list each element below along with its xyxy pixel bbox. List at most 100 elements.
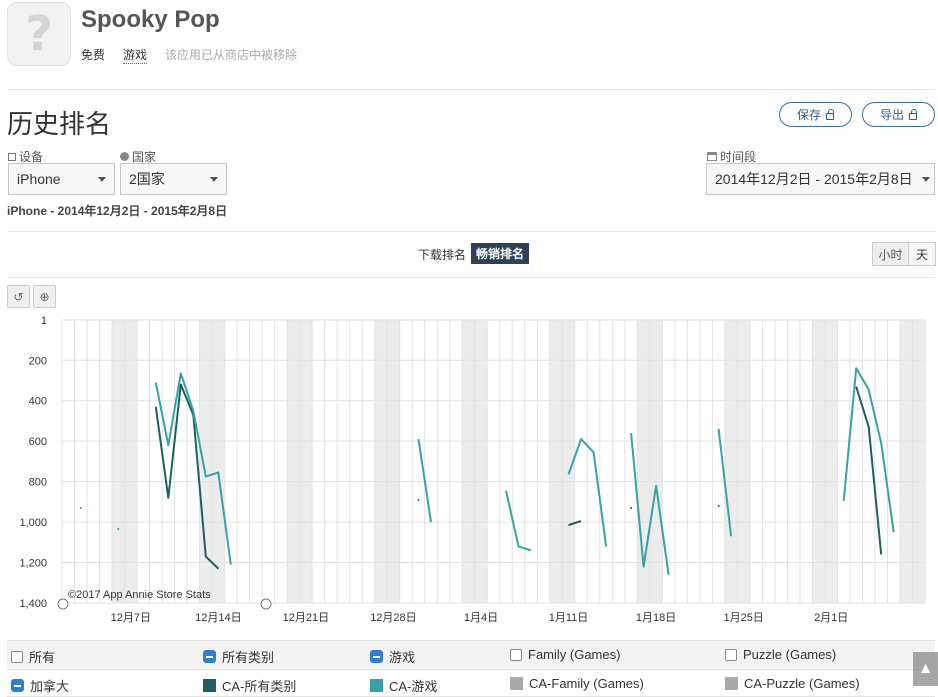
x-tick-label: 1月11日 bbox=[549, 612, 589, 624]
tab-grossing-rank[interactable]: 畅销排名 bbox=[471, 243, 530, 264]
legend-label: 所有类别 bbox=[222, 650, 275, 665]
granularity-day-button[interactable]: 天 bbox=[909, 243, 935, 265]
chevron-down-icon bbox=[922, 177, 930, 182]
globe-icon bbox=[120, 152, 129, 161]
y-tick-label: 200 bbox=[29, 355, 47, 367]
x-tick-label: 1月18日 bbox=[636, 612, 676, 624]
legend-filter-all-categories[interactable]: 所有类别 bbox=[203, 647, 274, 666]
checkbox-icon bbox=[725, 648, 737, 661]
series-line bbox=[855, 386, 883, 555]
app-meta: 免费 游戏 该应用已从商店中被移除 bbox=[81, 46, 315, 64]
legend-label: CA-Puzzle (Games) bbox=[744, 676, 860, 691]
x-tick-label: 12月28日 bbox=[370, 612, 416, 624]
device-select[interactable]: iPhone bbox=[8, 163, 115, 195]
legend-country-canada[interactable]: 加拿大 bbox=[11, 676, 69, 695]
y-tick-label: 400 bbox=[29, 396, 47, 408]
legend-label: Puzzle (Games) bbox=[743, 647, 837, 662]
series-line bbox=[842, 367, 895, 533]
legend-label: Family (Games) bbox=[528, 647, 621, 662]
x-tick-label: 12月21日 bbox=[283, 612, 329, 624]
legend-label: CA-Family (Games) bbox=[529, 676, 644, 691]
granularity-hour-button[interactable]: 小时 bbox=[873, 243, 909, 265]
checkbox-icon bbox=[11, 650, 23, 663]
page-title: 历史排名 bbox=[7, 109, 112, 139]
chevron-down-icon bbox=[210, 177, 218, 182]
checkbox-icon bbox=[510, 648, 522, 661]
weekend-bands bbox=[112, 320, 925, 603]
export-button[interactable]: 导出 bbox=[862, 102, 935, 127]
legend-label: 所有 bbox=[29, 650, 56, 665]
tabs-divider bbox=[7, 277, 935, 278]
y-axis: 1 200 400 600 800 1,000 1,200 1,400 bbox=[19, 315, 47, 610]
header-divider bbox=[7, 89, 935, 90]
period-select-value: 2014年12月2日 - 2015年2月8日 bbox=[715, 171, 913, 187]
checkbox-partial-icon bbox=[11, 679, 24, 692]
rank-history-chart[interactable]: 1 200 400 600 800 1,000 1,200 1,400 12月7日 12月14日… bbox=[0, 310, 938, 630]
device-select-value: iPhone bbox=[17, 171, 61, 187]
x-tick-label: 2月1日 bbox=[814, 612, 848, 624]
arrow-up-icon: ▲ bbox=[917, 660, 934, 677]
lock-icon bbox=[826, 108, 834, 120]
event-marker-icon bbox=[57, 598, 69, 610]
calendar-icon bbox=[707, 152, 717, 161]
y-tick-label: 600 bbox=[29, 436, 47, 448]
export-button-label: 导出 bbox=[879, 108, 904, 122]
y-tick-label: 800 bbox=[29, 477, 47, 489]
series-swatch bbox=[510, 677, 523, 690]
legend-filter-all[interactable]: 所有 bbox=[11, 647, 55, 666]
app-category-link[interactable]: 游戏 bbox=[123, 46, 148, 64]
tab-downloads-rank[interactable]: 下载排名 bbox=[418, 246, 466, 263]
vertical-gridlines bbox=[61, 320, 926, 603]
country-select[interactable]: 2国家 bbox=[120, 163, 227, 195]
reset-zoom-button[interactable]: ↺ bbox=[7, 285, 30, 308]
app-price: 免费 bbox=[81, 48, 106, 62]
app-icon: ? bbox=[7, 2, 71, 66]
filter-summary: iPhone - 2014年12月2日 - 2015年2月8日 bbox=[7, 204, 228, 218]
horizontal-gridlines bbox=[62, 319, 925, 604]
x-tick-label: 1月4日 bbox=[464, 612, 498, 624]
legend-filter-games[interactable]: 游戏 bbox=[370, 647, 415, 666]
checkbox-partial-icon bbox=[370, 650, 383, 663]
legend-series-ca-puzzle[interactable]: CA-Puzzle (Games) bbox=[725, 676, 860, 691]
save-button-label: 保存 bbox=[796, 108, 821, 122]
app-icon-placeholder: ? bbox=[25, 6, 53, 62]
legend-series-ca-all[interactable]: CA-所有类别 bbox=[203, 676, 296, 695]
legend-filter-puzzle[interactable]: Puzzle (Games) bbox=[725, 647, 836, 662]
scroll-to-top-button[interactable]: ▲ bbox=[913, 652, 938, 686]
zoom-in-button[interactable]: ⊕ bbox=[33, 285, 56, 308]
series-line bbox=[505, 490, 532, 552]
app-title: Spooky Pop bbox=[81, 6, 220, 33]
legend-row-categories: 所有 所有类别 游戏 Family (Games) Puzzle (Games) bbox=[7, 640, 935, 668]
legend-label: 游戏 bbox=[389, 650, 416, 665]
series-swatch bbox=[370, 679, 383, 692]
series-swatch bbox=[725, 677, 738, 690]
undo-icon: ↺ bbox=[13, 289, 24, 304]
legend-filter-family[interactable]: Family (Games) bbox=[510, 647, 620, 662]
zoom-in-icon: ⊕ bbox=[39, 289, 50, 304]
legend-label: 加拿大 bbox=[30, 679, 70, 694]
x-tick-label: 12月14日 bbox=[195, 612, 241, 624]
granularity-toggle: 小时 天 bbox=[872, 242, 936, 266]
legend-label: CA-游戏 bbox=[389, 679, 438, 694]
period-select[interactable]: 2014年12月2日 - 2015年2月8日 bbox=[706, 163, 935, 195]
x-tick-label: 1月25日 bbox=[723, 612, 763, 624]
checkbox-partial-icon bbox=[203, 650, 216, 663]
country-select-value: 2国家 bbox=[129, 171, 165, 187]
chart-watermark: ©2017 App Annie Store Stats bbox=[68, 589, 211, 601]
lock-icon bbox=[909, 108, 917, 120]
y-tick-label: 1 bbox=[41, 315, 47, 327]
legend-series-ca-games[interactable]: CA-游戏 bbox=[370, 676, 437, 695]
y-tick-label: 1,200 bbox=[19, 558, 47, 570]
y-tick-label: 1,400 bbox=[19, 598, 47, 610]
filters-divider bbox=[7, 231, 935, 232]
event-marker-icon bbox=[260, 598, 272, 610]
legend-series-ca-family[interactable]: CA-Family (Games) bbox=[510, 676, 644, 691]
x-tick-label: 12月7日 bbox=[111, 612, 151, 624]
y-tick-label: 1,000 bbox=[19, 517, 47, 529]
chevron-down-icon bbox=[98, 177, 106, 182]
save-button[interactable]: 保存 bbox=[779, 102, 852, 127]
legend-row-series: 加拿大 CA-所有类别 CA-游戏 CA-Family (Games) CA-P… bbox=[7, 669, 935, 697]
device-icon bbox=[8, 152, 16, 161]
app-removed-status: 该应用已从商店中被移除 bbox=[165, 48, 298, 62]
x-axis: 12月7日 12月14日 12月21日 12月28日 1月4日 1月11日 1月18日 1月2… bbox=[111, 612, 849, 624]
